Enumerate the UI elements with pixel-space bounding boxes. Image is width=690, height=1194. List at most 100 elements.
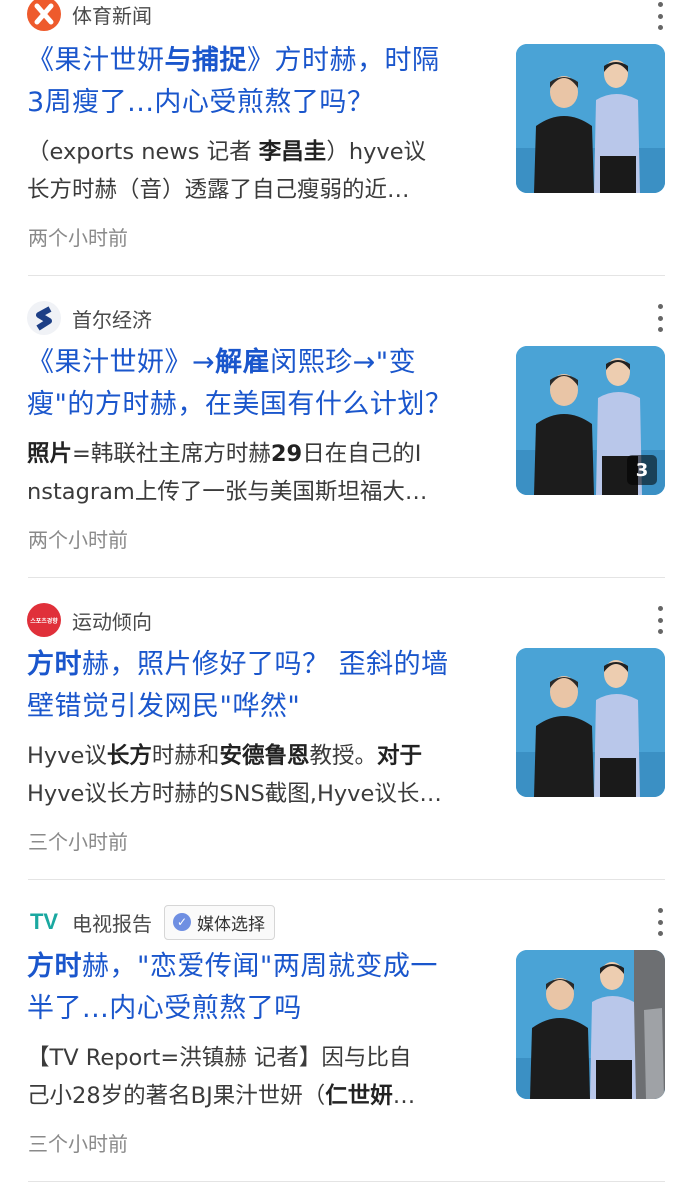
highlight-text: 29 [270,441,303,467]
photo-image [516,648,665,797]
news-card[interactable]: TV 电视报告 ✓ 媒体选择 方时赫，"恋爱传闻"两周就变成一半了...内心受煎… [0,904,690,1194]
source-name[interactable]: 电视报告 [72,908,152,937]
photo-image [516,44,665,193]
text-line: 照片=韩联社主席方时赫29日在自己的I [27,435,489,473]
highlight-text: 长方 [106,743,152,769]
article-title[interactable]: 《果汁世妍与捕捉》方时赫，时隔 3周瘦了...内心受煎熬了吗？ [27,40,489,124]
text-segment: nstagram上传了一张与美国斯坦福大… [27,479,428,505]
text-segment: 时赫和 [151,743,220,769]
news-feed: 体育新闻 《果汁世妍与捕捉》方时赫，时隔 3周瘦了...内心受煎熬了吗？ （exp… [0,0,690,1194]
text-line: nstagram上传了一张与美国斯坦福大… [27,473,489,511]
news-card[interactable]: 体育新闻 《果汁世妍与捕捉》方时赫，时隔 3周瘦了...内心受煎熬了吗？ （exp… [0,0,690,302]
tv-logo-text: TV [29,909,59,934]
text-segment: 己小28岁的著名BJ果汁世妍（ [27,1083,326,1109]
source-row: TV 电视报告 ✓ 媒体选择 [27,904,275,940]
article-snippet: （exports news 记者 李昌圭）hyve议长方时赫（音）透露了自己瘦弱… [27,133,489,209]
source-name[interactable]: 运动倾向 [72,606,152,635]
text-line: 《果汁世妍与捕捉》方时赫，时隔 [27,40,489,82]
source-name[interactable]: 体育新闻 [72,0,152,29]
text-segment: （exports news 记者 [27,139,259,165]
highlight-text: 方时 [27,951,82,982]
text-line: 长方时赫（音）透露了自己瘦弱的近… [27,171,489,209]
text-segment: Hyve议长方时赫的SNS截图,Hyve议长… [27,781,442,807]
article-time: 三个小时前 [28,830,128,854]
x-logo-icon [27,0,61,31]
text-line: 己小28岁的著名BJ果汁世妍（仁世妍… [27,1077,489,1115]
highlight-text: 安德鲁恩 [219,743,310,769]
highlight-text: 与捕捉 [164,45,247,76]
text-segment: 教授。 [309,743,377,769]
source-name[interactable]: 首尔经济 [72,304,152,333]
photo-count-badge: 3 [627,455,657,485]
article-time: 两个小时前 [28,528,128,552]
article-snippet: Hyve议长方时赫和安德鲁恩教授。对于 Hyve议长方时赫的SNS截图,Hyve议… [27,737,489,813]
article-title[interactable]: 《果汁世妍》→解雇闵熙珍→"变瘦"的方时赫，在美国有什么计划？ [27,342,489,426]
text-segment: … [392,1083,416,1109]
photo-image [516,950,665,1099]
text-segment: 《果汁世妍》→ [27,347,216,378]
text-segment: 赫，"恋爱传闻"两周就变成一 [82,951,438,982]
text-line: 壁错觉引发网民"哗然" [27,686,489,728]
divider [28,1181,665,1182]
text-segment: 3周瘦了...内心受煎熬了吗？ [27,87,375,118]
text-segment: 》方时赫，时隔 [247,45,440,76]
s-logo-icon [27,301,61,335]
highlight-text: 李昌圭 [258,139,327,165]
text-segment: 瘦"的方时赫，在美国有什么计划？ [27,389,453,420]
more-options-icon[interactable] [650,2,670,30]
more-options-icon[interactable] [650,908,670,936]
highlight-text: 照片 [27,441,73,467]
source-row: 体育新闻 [27,0,152,31]
text-segment: 日在自己的I [302,441,422,467]
media-choice-badge[interactable]: ✓ 媒体选择 [164,904,275,940]
text-line: 【TV Report=洪镇赫 记者】因与比自 [27,1039,489,1077]
more-options-icon[interactable] [650,606,670,634]
text-line: 方时赫，"恋爱传闻"两周就变成一 [27,946,489,988]
text-line: 瘦"的方时赫，在美国有什么计划？ [27,384,489,426]
more-options-icon[interactable] [650,304,670,332]
article-time: 两个小时前 [28,226,128,250]
tv-logo-icon: TV [27,905,61,939]
text-segment: 【TV Report=洪镇赫 记者】因与比自 [27,1045,412,1071]
article-snippet: 【TV Report=洪镇赫 记者】因与比自 己小28岁的著名BJ果汁世妍（仁世妍… [27,1039,489,1115]
highlight-text: 方时 [27,649,82,680]
article-title[interactable]: 方时赫，照片修好了吗？ 歪斜的墙壁错觉引发网民"哗然" [27,644,489,728]
article-time: 三个小时前 [28,1132,128,1156]
sports-logo-text: 스포츠경향 [30,617,58,625]
highlight-text: 解雇 [215,347,271,378]
text-segment: 赫，照片修好了吗？ 歪斜的墙 [82,649,449,680]
article-thumbnail[interactable] [516,950,665,1099]
check-icon: ✓ [173,913,191,931]
sports-logo-icon: 스포츠경향 [27,603,61,637]
divider [28,879,665,880]
text-line: 3周瘦了...内心受煎熬了吗？ [27,82,489,124]
text-segment: ）hyve议 [326,139,427,165]
text-line: 《果汁世妍》→解雇闵熙珍→"变 [27,342,489,384]
text-segment: 闵熙珍→"变 [270,347,417,378]
media-choice-label: 媒体选择 [197,914,265,935]
article-thumbnail[interactable] [516,44,665,193]
text-line: 半了...内心受煎熬了吗 [27,988,489,1030]
divider [28,275,665,276]
highlight-text: 对于 [376,743,422,769]
news-card[interactable]: 스포츠경향 运动倾向 方时赫，照片修好了吗？ 歪斜的墙壁错觉引发网民"哗然" H… [0,603,690,906]
text-line: Hyve议长方时赫和安德鲁恩教授。对于 [27,737,489,775]
divider [28,577,665,578]
text-segment: 壁错觉引发网民"哗然" [27,691,301,722]
text-line: 方时赫，照片修好了吗？ 歪斜的墙 [27,644,489,686]
article-thumbnail[interactable] [516,648,665,797]
text-segment: =韩联社主席方时赫 [72,441,271,467]
text-segment: Hyve议 [27,743,107,769]
text-line: Hyve议长方时赫的SNS截图,Hyve议长… [27,775,489,813]
news-card[interactable]: 首尔经济 《果汁世妍》→解雇闵熙珍→"变瘦"的方时赫，在美国有什么计划？ 照片=… [0,301,690,604]
article-snippet: 照片=韩联社主席方时赫29日在自己的I nstagram上传了一张与美国斯坦福大… [27,435,489,511]
article-thumbnail[interactable]: 3 [516,346,665,495]
text-line: （exports news 记者 李昌圭）hyve议 [27,133,489,171]
text-segment: 长方时赫（音）透露了自己瘦弱的近… [27,177,410,203]
article-title[interactable]: 方时赫，"恋爱传闻"两周就变成一半了...内心受煎熬了吗 [27,946,489,1030]
text-segment: 半了...内心受煎熬了吗 [27,993,302,1024]
source-row: 首尔经济 [27,301,152,335]
text-segment: 《果汁世妍 [27,45,165,76]
source-row: 스포츠경향 运动倾向 [27,603,152,637]
highlight-text: 仁世妍 [325,1083,393,1109]
